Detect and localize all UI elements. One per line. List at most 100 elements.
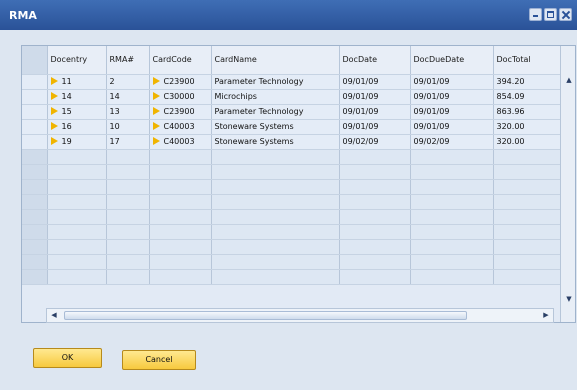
rma-grid[interactable]: Docentry RMA# CardCode CardName DocDate … bbox=[21, 45, 576, 323]
link-arrow-icon[interactable] bbox=[152, 92, 160, 100]
scroll-left-icon[interactable]: ◀ bbox=[47, 309, 61, 322]
table-cell[interactable] bbox=[339, 194, 411, 210]
table-cell[interactable] bbox=[149, 254, 212, 270]
table-cell[interactable] bbox=[106, 149, 150, 165]
row-selector[interactable] bbox=[22, 74, 48, 90]
table-cell[interactable]: 13 bbox=[106, 104, 150, 120]
table-cell[interactable] bbox=[47, 194, 107, 210]
column-header[interactable]: Docentry bbox=[47, 46, 107, 75]
table-cell[interactable] bbox=[493, 269, 561, 285]
empty-row[interactable] bbox=[22, 254, 561, 270]
table-cell[interactable] bbox=[493, 179, 561, 195]
empty-row[interactable] bbox=[22, 149, 561, 165]
table-cell[interactable] bbox=[410, 269, 494, 285]
table-cell[interactable] bbox=[106, 224, 150, 240]
table-cell[interactable]: 09/01/09 bbox=[410, 74, 494, 90]
column-header[interactable]: CardCode bbox=[149, 46, 212, 75]
table-cell[interactable] bbox=[47, 224, 107, 240]
table-cell[interactable]: 394.20 bbox=[493, 74, 561, 90]
table-cell[interactable] bbox=[106, 239, 150, 255]
table-cell[interactable] bbox=[211, 179, 340, 195]
table-cell[interactable]: 863.96 bbox=[493, 104, 561, 120]
table-cell[interactable] bbox=[410, 164, 494, 180]
table-cell[interactable]: 09/02/09 bbox=[410, 134, 494, 150]
table-cell[interactable]: 09/01/09 bbox=[410, 119, 494, 135]
table-cell[interactable] bbox=[47, 254, 107, 270]
table-cell[interactable] bbox=[339, 224, 411, 240]
table-cell[interactable] bbox=[47, 209, 107, 225]
title-bar[interactable]: RMA bbox=[0, 0, 577, 30]
table-cell[interactable]: Parameter Technology bbox=[211, 104, 340, 120]
link-arrow-icon[interactable] bbox=[50, 137, 58, 145]
table-row[interactable]: 11 2 C23900 Parameter Technology 09/01/09 09/… bbox=[22, 74, 561, 90]
ok-button[interactable]: OK bbox=[33, 348, 102, 368]
table-cell[interactable]: 09/01/09 bbox=[339, 74, 411, 90]
cancel-button[interactable]: Cancel bbox=[122, 350, 196, 370]
scroll-right-icon[interactable]: ▶ bbox=[539, 309, 553, 322]
table-cell[interactable] bbox=[149, 269, 212, 285]
table-cell[interactable] bbox=[149, 179, 212, 195]
table-cell[interactable]: Stoneware Systems bbox=[211, 119, 340, 135]
table-cell[interactable] bbox=[410, 224, 494, 240]
table-cell[interactable] bbox=[211, 239, 340, 255]
empty-row[interactable] bbox=[22, 224, 561, 240]
empty-row[interactable] bbox=[22, 194, 561, 210]
table-cell[interactable] bbox=[339, 239, 411, 255]
table-cell[interactable]: C30000 bbox=[149, 89, 212, 105]
table-cell[interactable]: 09/01/09 bbox=[339, 89, 411, 105]
row-selector[interactable] bbox=[22, 254, 48, 270]
table-cell[interactable]: 854.09 bbox=[493, 89, 561, 105]
table-cell[interactable] bbox=[211, 209, 340, 225]
table-cell[interactable] bbox=[410, 239, 494, 255]
empty-row[interactable] bbox=[22, 164, 561, 180]
link-arrow-icon[interactable] bbox=[152, 77, 160, 85]
table-cell[interactable] bbox=[149, 224, 212, 240]
row-selector[interactable] bbox=[22, 179, 48, 195]
table-cell[interactable] bbox=[47, 149, 107, 165]
table-cell[interactable]: 15 bbox=[47, 104, 107, 120]
table-cell[interactable] bbox=[149, 164, 212, 180]
table-cell[interactable] bbox=[47, 269, 107, 285]
table-cell[interactable] bbox=[493, 224, 561, 240]
table-cell[interactable]: 19 bbox=[47, 134, 107, 150]
row-selector[interactable] bbox=[22, 104, 48, 120]
close-icon[interactable] bbox=[559, 8, 572, 21]
table-cell[interactable] bbox=[410, 179, 494, 195]
table-cell[interactable] bbox=[211, 149, 340, 165]
row-selector[interactable] bbox=[22, 269, 48, 285]
table-cell[interactable] bbox=[339, 164, 411, 180]
table-cell[interactable]: Parameter Technology bbox=[211, 74, 340, 90]
empty-row[interactable] bbox=[22, 239, 561, 255]
row-selector[interactable] bbox=[22, 89, 48, 105]
table-cell[interactable]: Microchips bbox=[211, 89, 340, 105]
table-cell[interactable] bbox=[493, 194, 561, 210]
row-selector[interactable] bbox=[22, 209, 48, 225]
table-cell[interactable] bbox=[149, 149, 212, 165]
row-selector[interactable] bbox=[22, 149, 48, 165]
row-selector[interactable] bbox=[22, 134, 48, 150]
scroll-up-icon[interactable]: ▲ bbox=[565, 77, 573, 84]
link-arrow-icon[interactable] bbox=[152, 137, 160, 145]
table-cell[interactable]: 10 bbox=[106, 119, 150, 135]
table-cell[interactable] bbox=[493, 164, 561, 180]
minimize-icon[interactable] bbox=[529, 8, 542, 21]
table-cell[interactable] bbox=[47, 239, 107, 255]
table-cell[interactable]: C23900 bbox=[149, 104, 212, 120]
table-cell[interactable] bbox=[106, 179, 150, 195]
table-cell[interactable] bbox=[106, 164, 150, 180]
table-cell[interactable]: C40003 bbox=[149, 119, 212, 135]
link-arrow-icon[interactable] bbox=[152, 122, 160, 130]
table-cell[interactable] bbox=[149, 194, 212, 210]
row-selector[interactable] bbox=[22, 119, 48, 135]
table-cell[interactable] bbox=[493, 149, 561, 165]
table-cell[interactable] bbox=[410, 149, 494, 165]
maximize-icon[interactable] bbox=[544, 8, 557, 21]
table-row[interactable]: 14 14 C30000 Microchips 09/01/09 09/01/09 854.… bbox=[22, 89, 561, 105]
table-cell[interactable]: 16 bbox=[47, 119, 107, 135]
table-cell[interactable]: 09/01/09 bbox=[339, 119, 411, 135]
empty-row[interactable] bbox=[22, 269, 561, 285]
link-arrow-icon[interactable] bbox=[50, 122, 58, 130]
column-header[interactable]: DocDate bbox=[339, 46, 411, 75]
table-cell[interactable] bbox=[211, 254, 340, 270]
link-arrow-icon[interactable] bbox=[152, 107, 160, 115]
